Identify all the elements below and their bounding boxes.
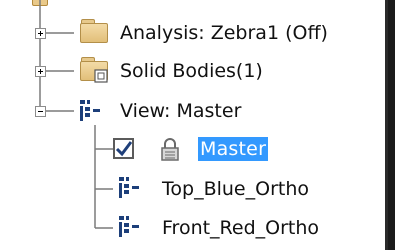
model-browser-tree: Analysis: Zebra1 (Off) Solid Bodies(1) V…: [0, 0, 388, 250]
view-icon: [80, 100, 100, 121]
expand-toggle-solid-bodies[interactable]: [35, 66, 46, 77]
lock-icon: [161, 138, 179, 161]
tree-item-analysis-zebra[interactable]: Analysis: Zebra1 (Off): [120, 21, 328, 45]
tree-item-front-red-ortho[interactable]: Front_Red_Ortho: [162, 216, 319, 240]
tree-item-master-selected[interactable]: Master: [198, 137, 269, 161]
tree-item-top-blue-ortho[interactable]: Top_Blue_Ortho: [162, 177, 309, 201]
view-icon: [119, 216, 139, 237]
tree-item-view-master[interactable]: View: Master: [120, 99, 241, 123]
solid-bodies-folder-icon: [80, 57, 110, 83]
expand-toggle-analysis[interactable]: [35, 28, 46, 39]
collapse-toggle-view-master[interactable]: [35, 106, 46, 117]
checkmark-icon: [115, 141, 133, 157]
master-checkbox[interactable]: [113, 138, 134, 159]
tree-item-solid-bodies[interactable]: Solid Bodies(1): [120, 59, 263, 83]
folder-icon: [80, 19, 110, 43]
view-icon: [119, 177, 139, 198]
